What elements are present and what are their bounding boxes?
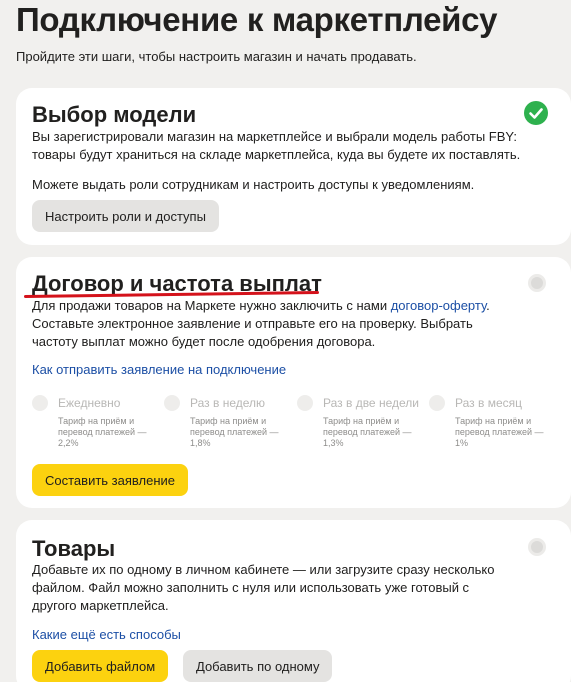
pending-circle-icon [528, 274, 546, 292]
frequency-fee-note: Тариф на приём и перевод платежей — 1,3% [323, 416, 412, 448]
step-roles-hint: Можете выдать роли сотрудникам и настрои… [32, 177, 475, 192]
step-card-model: Выбор модели Вы зарегистрировали магазин… [16, 88, 571, 245]
offer-contract-link[interactable]: договор-оферту [391, 298, 486, 313]
radio-weekly [164, 395, 180, 411]
frequency-fee-note: Тариф на приём и перевод платежей — 2,2% [58, 416, 147, 448]
step-description-products: Добавьте их по одному в личном кабинете … [32, 562, 495, 613]
compose-application-button[interactable]: Составить заявление [32, 464, 188, 496]
add-by-file-button[interactable]: Добавить файлом [32, 650, 169, 682]
frequency-fee-note: Тариф на приём и перевод платежей — 1,8% [190, 416, 279, 448]
frequency-label: Раз в две недели [323, 396, 419, 410]
page-title: Подключение к маркетплейсу [16, 1, 498, 38]
frequency-label: Раз в месяц [455, 396, 522, 410]
other-methods-link[interactable]: Какие ещё есть способы [32, 627, 181, 642]
step-card-products: Товары Добавьте их по одному в личном ка… [16, 520, 571, 682]
pending-circle-icon [528, 538, 546, 556]
step-description-contract: Для продажи товаров на Маркете нужно зак… [32, 297, 512, 351]
add-one-by-one-button[interactable]: Добавить по одному [183, 650, 333, 682]
configure-roles-button[interactable]: Настроить роли и доступы [32, 200, 219, 232]
frequency-label: Раз в неделю [190, 396, 266, 410]
step-title-products: Товары [32, 536, 116, 561]
frequency-label: Ежедневно [58, 396, 121, 410]
step-description-model: Вы зарегистрировали магазин на маркетпле… [32, 129, 521, 162]
check-circle-icon [524, 101, 548, 125]
step-title-model: Выбор модели [32, 102, 197, 127]
frequency-fee-note: Тариф на приём и перевод платежей — 1% [455, 416, 544, 448]
page-subtitle: Пройдите эти шаги, чтобы настроить магаз… [16, 49, 417, 64]
radio-daily [32, 395, 48, 411]
radio-monthly [429, 395, 445, 411]
radio-biweekly [297, 395, 313, 411]
contract-text-start: Для продажи товаров на Маркете нужно зак… [32, 298, 391, 313]
how-to-apply-link[interactable]: Как отправить заявление на подключение [32, 362, 286, 377]
